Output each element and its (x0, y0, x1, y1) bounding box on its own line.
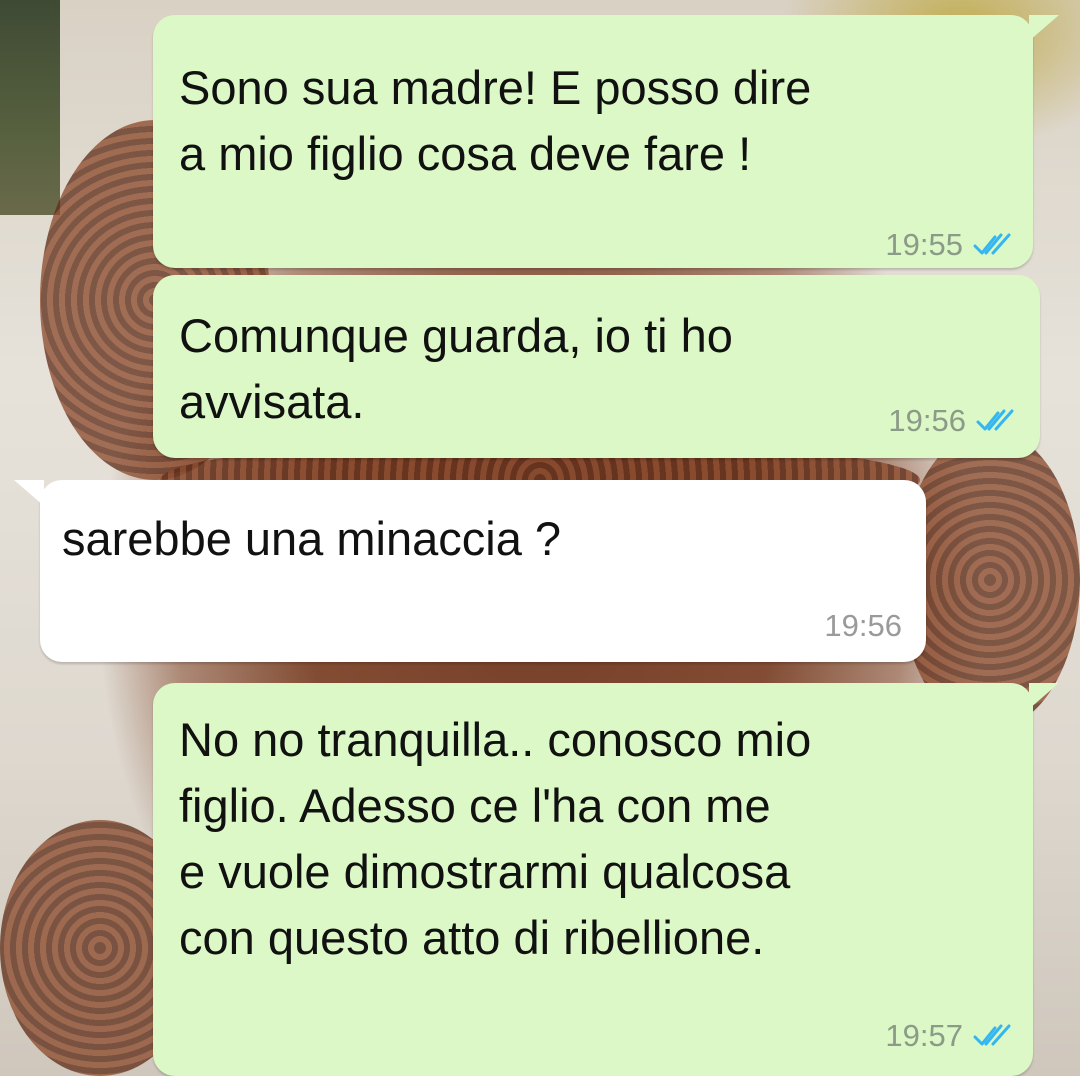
message-text: sarebbe una minaccia ? (62, 512, 562, 565)
message-time: 19:57 (885, 1018, 963, 1053)
message-time: 19:56 (888, 403, 966, 438)
message-time: 19:56 (824, 608, 902, 643)
message-time: 19:55 (885, 227, 963, 262)
message-text: No no tranquilla.. conosco mio figlio. A… (179, 713, 812, 964)
double-check-read-icon (976, 409, 1014, 431)
message-text: Comunque guarda, io ti ho avvisata. (179, 309, 733, 428)
double-check-read-icon (973, 233, 1011, 255)
message-text: Sono sua madre! E posso dire a mio figli… (179, 61, 812, 180)
message-meta: 19:55 (885, 227, 1013, 263)
message-bubble-outgoing[interactable]: Comunque guarda, io ti ho avvisata. 19:5… (153, 275, 1040, 458)
message-bubble-incoming[interactable]: sarebbe una minaccia ? 19:56 (14, 480, 926, 662)
double-check-read-icon (973, 1024, 1011, 1046)
message-bubble-outgoing[interactable]: Sono sua madre! E posso dire a mio figli… (153, 15, 1059, 268)
message-meta: 19:56 (888, 403, 1016, 439)
message-meta: 19:57 (885, 1018, 1013, 1054)
message-meta: 19:56 (824, 608, 902, 644)
message-list[interactable]: Sono sua madre! E posso dire a mio figli… (0, 0, 1080, 1076)
message-bubble-outgoing[interactable]: No no tranquilla.. conosco mio figlio. A… (153, 683, 1059, 1076)
